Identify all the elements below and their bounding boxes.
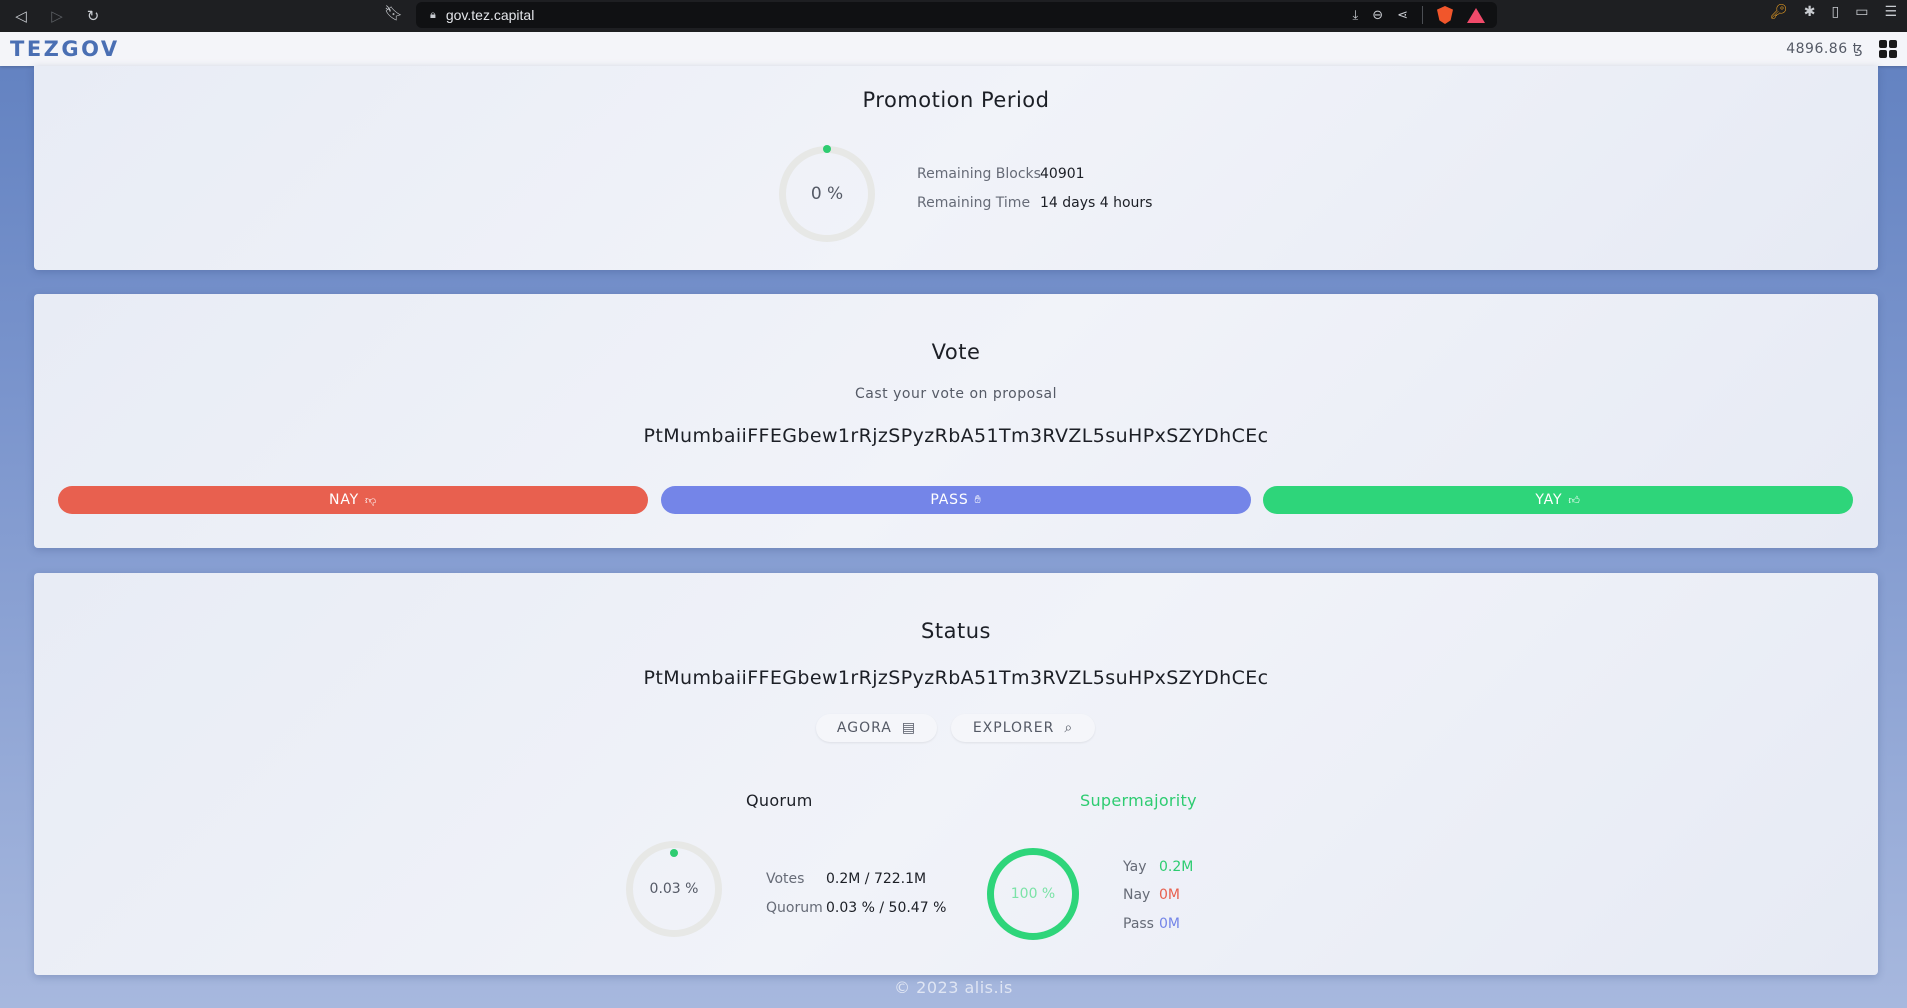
status-card: Status PtMumbaiiFFEGbew1rRjzSPyzRbA51Tm3… — [34, 573, 1878, 975]
remaining-blocks-value: 40901 — [1040, 166, 1085, 182]
thumbs-down-icon: 👎︎ — [364, 493, 377, 507]
status-proposal-hash: PtMumbaiiFFEGbew1rRjzSPyzRbA51Tm3RVZL5su… — [643, 667, 1269, 689]
explorer-button[interactable]: EXPLORER ⌕ — [951, 714, 1095, 742]
zoom-out-icon[interactable]: ⊖ — [1372, 8, 1383, 23]
vote-proposal-hash: PtMumbaiiFFEGbew1rRjzSPyzRbA51Tm3RVZL5su… — [643, 425, 1269, 447]
browser-toolbar: ◁ ▷ ↻ 🔖︎ 🔒︎ gov.tez.capital ⤓ ⊖ ⋖ 🔑︎ ✱ ▯… — [0, 0, 1907, 32]
supermajority-progress-text: 100 % — [1010, 886, 1056, 902]
supermajority-heading: Supermajority — [1080, 791, 1197, 810]
pass-legend-label: Pass — [1123, 916, 1154, 932]
back-icon[interactable]: ◁ — [6, 4, 36, 28]
vote-card: Vote Cast your vote on proposal PtMumbai… — [34, 294, 1878, 548]
quorum-progress-marker — [670, 849, 678, 857]
explorer-label: EXPLORER — [972, 720, 1055, 736]
install-icon[interactable]: ⤓ — [1352, 8, 1358, 23]
yay-legend-label: Yay — [1123, 859, 1147, 875]
vote-title: Vote — [931, 340, 981, 364]
wallet-browser-icon[interactable]: ▭ — [1855, 4, 1868, 20]
url-text[interactable]: gov.tez.capital — [446, 7, 534, 23]
logo[interactable]: TEZGOV — [10, 37, 120, 61]
nay-legend-label: Nay — [1123, 887, 1151, 903]
quorum-label: Quorum — [766, 900, 823, 916]
search-icon: ⌕ — [1064, 720, 1074, 736]
brave-rewards-icon[interactable] — [1467, 7, 1485, 23]
votes-value: 0.2M / 722.1M — [826, 871, 927, 887]
remaining-blocks-label: Remaining Blocks — [917, 166, 1041, 182]
balance: 4896.86 ꜩ — [1786, 41, 1863, 57]
yay-legend-value: 0.2M — [1159, 859, 1194, 875]
agora-label: AGORA — [836, 720, 892, 736]
agora-button[interactable]: AGORA ▤ — [816, 714, 937, 742]
sidebar-icon[interactable]: ▯ — [1831, 4, 1839, 20]
key-icon[interactable]: 🔑︎ — [1770, 4, 1788, 20]
yay-button[interactable]: YAY 👍︎ — [1263, 486, 1853, 514]
nay-button[interactable]: NAY 👎︎ — [58, 486, 648, 514]
thumbs-up-icon: 👍︎ — [1568, 493, 1581, 507]
brave-shields-icon[interactable] — [1437, 6, 1453, 24]
promotion-progress-text: 0 % — [810, 184, 844, 204]
nay-legend-value: 0M — [1159, 887, 1180, 903]
pass-legend-value: 0M — [1159, 916, 1180, 932]
extensions-icon[interactable]: ✱ — [1804, 4, 1816, 20]
vote-subtitle: Cast your vote on proposal — [855, 386, 1057, 402]
pass-label: PASS — [930, 492, 969, 508]
promotion-progress-marker — [823, 145, 831, 153]
menu-icon[interactable]: ☰ — [1884, 4, 1897, 20]
book-icon: ▤ — [901, 720, 917, 736]
wallet-icon[interactable] — [1879, 40, 1897, 58]
hand-icon: ✋︎ — [974, 493, 982, 506]
divider — [1422, 6, 1423, 24]
yay-label: YAY — [1535, 492, 1563, 508]
pass-button[interactable]: PASS ✋︎ — [661, 486, 1251, 514]
status-title: Status — [921, 619, 991, 643]
quorum-progress-text: 0.03 % — [649, 881, 699, 897]
promotion-title: Promotion Period — [862, 88, 1050, 112]
app-header: TEZGOV 4896.86 ꜩ — [0, 32, 1907, 66]
remaining-time-value: 14 days 4 hours — [1040, 195, 1153, 211]
lock-icon: 🔒︎ — [430, 8, 436, 21]
bookmark-icon[interactable]: 🔖︎ — [384, 4, 403, 22]
reload-icon[interactable]: ↻ — [78, 4, 108, 28]
promotion-period-card: Promotion Period 0 % Remaining Blocks 40… — [34, 66, 1878, 270]
footer-copyright: © 2023 alis.is — [894, 978, 1013, 997]
promotion-progress-ring: 0 % — [779, 146, 875, 242]
forward-icon[interactable]: ▷ — [42, 4, 72, 28]
address-bar[interactable]: 🔒︎ gov.tez.capital ⤓ ⊖ ⋖ — [416, 2, 1497, 28]
remaining-time-label: Remaining Time — [917, 195, 1031, 211]
nay-label: NAY — [329, 492, 359, 508]
quorum-value: 0.03 % / 50.47 % — [826, 900, 947, 916]
supermajority-progress-ring: 100 % — [987, 848, 1079, 940]
votes-label: Votes — [766, 871, 805, 887]
share-icon[interactable]: ⋖ — [1397, 8, 1408, 23]
quorum-heading: Quorum — [746, 791, 813, 810]
